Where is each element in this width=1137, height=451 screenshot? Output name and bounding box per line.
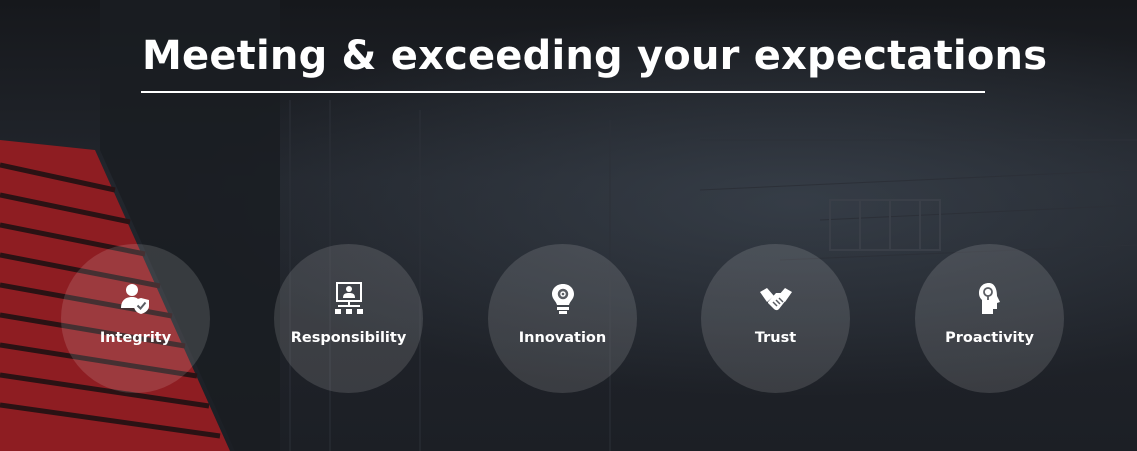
value-label: Proactivity xyxy=(945,330,1034,346)
title-underline xyxy=(141,91,985,93)
lightbulb-gear-icon xyxy=(551,284,574,314)
value-responsibility: Responsibility xyxy=(274,244,423,393)
value-innovation: Innovation xyxy=(488,244,637,393)
user-shield-icon xyxy=(120,284,149,314)
value-label: Responsibility xyxy=(290,330,407,346)
value-label: Innovation xyxy=(518,330,607,346)
value-trust: Trust xyxy=(701,244,850,393)
page-title: Meeting & exceeding your expectations xyxy=(142,33,1048,79)
head-lightbulb-icon xyxy=(978,283,1000,314)
value-label: Integrity xyxy=(99,330,172,346)
value-label: Trust xyxy=(754,330,797,346)
value-proactivity: Proactivity xyxy=(915,244,1064,393)
presentation-org-icon xyxy=(334,282,363,314)
value-integrity: Integrity xyxy=(61,244,210,393)
handshake-icon xyxy=(759,288,792,311)
